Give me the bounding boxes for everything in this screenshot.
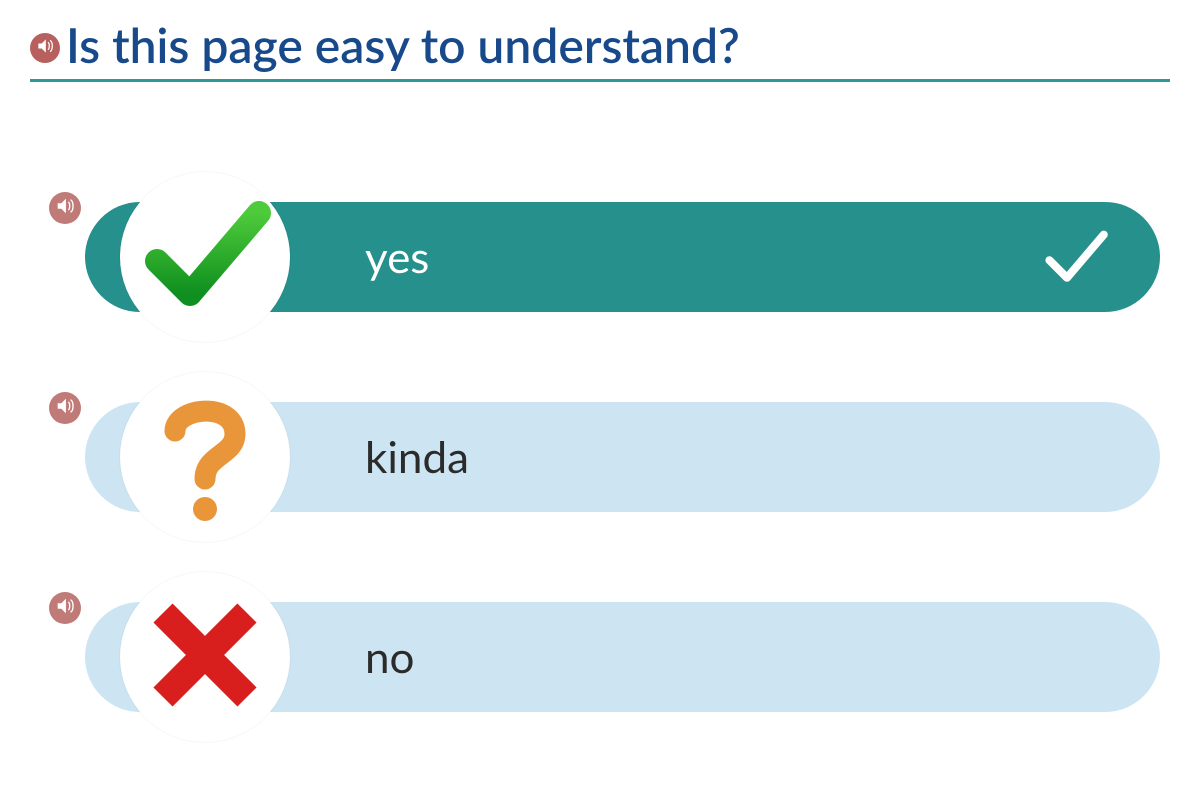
option-no-icon-circle [120,572,290,742]
option-no[interactable]: no [85,602,1160,712]
option-kinda-audio-button[interactable] [49,392,81,424]
option-kinda-icon-circle [120,372,290,542]
option-no-label: no [365,631,415,683]
cross-icon [130,580,280,734]
question-header: Is this page easy to understand? [30,20,1170,82]
option-kinda-label: kinda [365,431,469,483]
check-icon [130,180,280,334]
selected-check-icon [1035,217,1115,297]
option-no-audio-button[interactable] [49,592,81,624]
question-mark-icon [130,380,280,534]
options-list: yes kinda [30,202,1170,712]
option-kinda[interactable]: kinda [85,402,1160,512]
speaker-icon [54,195,76,221]
speaker-icon [35,36,55,60]
option-yes[interactable]: yes [85,202,1160,312]
option-yes-label: yes [365,231,429,283]
option-yes-audio-button[interactable] [49,192,81,224]
speaker-icon [54,395,76,421]
speaker-icon [54,595,76,621]
option-yes-icon-circle [120,172,290,342]
question-audio-button[interactable] [30,33,60,63]
question-text: Is this page easy to understand? [66,20,740,73]
